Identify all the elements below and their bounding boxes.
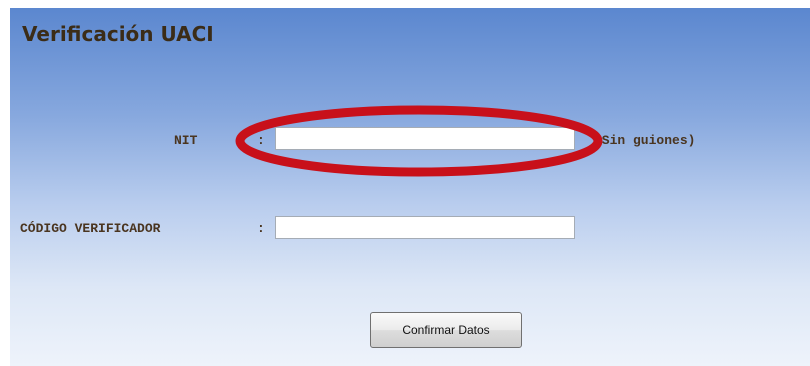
codigo-colon: : (257, 221, 265, 236)
page-title: Verificación UACI (22, 22, 214, 46)
codigo-verificador-input[interactable] (275, 216, 575, 239)
nit-hint: (Sin guiones) (594, 133, 696, 148)
nit-colon: : (257, 133, 265, 148)
nit-label: NIT (174, 133, 198, 148)
nit-input[interactable] (275, 127, 575, 150)
codigo-verificador-label: CÓDIGO VERIFICADOR (20, 221, 161, 236)
confirm-button[interactable]: Confirmar Datos (370, 312, 522, 348)
